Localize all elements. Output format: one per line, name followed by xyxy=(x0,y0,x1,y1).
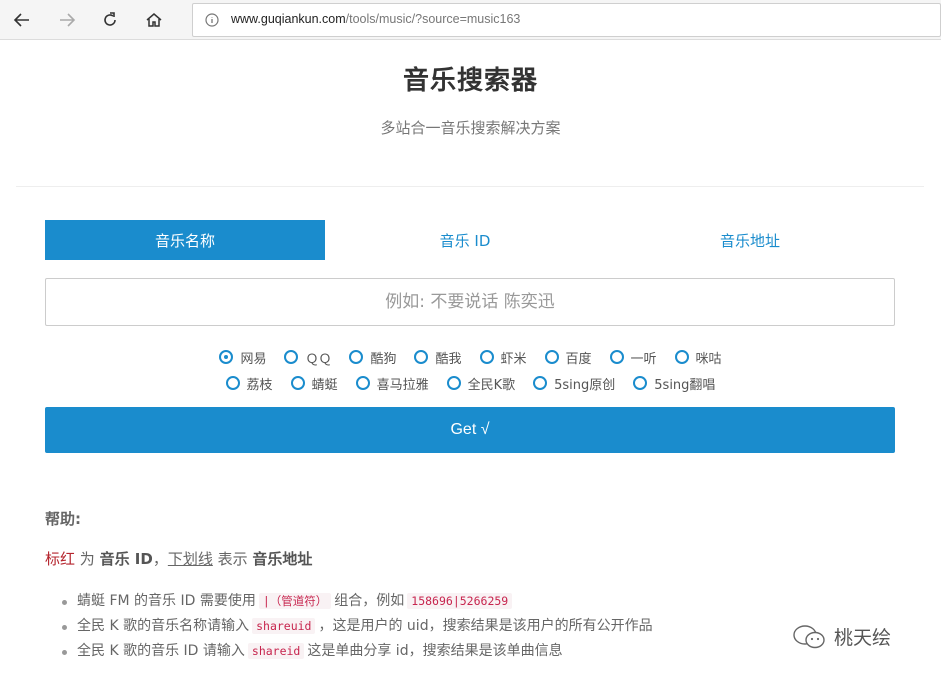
wechat-icon xyxy=(793,624,825,648)
code-snippet: 158696|5266259 xyxy=(407,593,513,609)
search-input[interactable] xyxy=(45,278,895,326)
radio-unchecked-icon[interactable] xyxy=(479,350,494,364)
source-radio-label: 咪咕 xyxy=(695,351,722,367)
source-radio[interactable]: 酷狗 xyxy=(349,347,396,367)
source-radio-label: 虾米 xyxy=(500,351,527,367)
home-button[interactable] xyxy=(139,6,169,34)
watermark-text: 桃天绘 xyxy=(834,627,892,649)
legend-text: ， xyxy=(152,550,168,568)
radio-unchecked-icon[interactable] xyxy=(414,350,429,364)
help-item: 蜻蜓 FM 的音乐 ID 需要使用 |（管道符） 组合，例如 158696|52662… xyxy=(60,590,653,615)
source-radio[interactable]: 全民K歌 xyxy=(446,373,516,393)
source-radio[interactable]: 蜻蜓 xyxy=(290,373,338,393)
forward-button[interactable] xyxy=(52,6,82,34)
source-radio[interactable]: 咪咕 xyxy=(674,347,722,367)
arrow-right-icon xyxy=(60,13,76,27)
url-host: www.guqiankun.com xyxy=(231,12,346,26)
source-radio-label: 网易 xyxy=(240,351,267,367)
address-bar[interactable]: www.guqiankun.com/tools/music/?source=mu… xyxy=(192,3,941,37)
code-snippet: |（管道符） xyxy=(258,593,332,609)
source-radio-label: 5sing原创 xyxy=(554,377,616,393)
source-radio[interactable]: 荔枝 xyxy=(225,373,273,393)
source-radio-label: 一听 xyxy=(630,351,657,367)
source-radio[interactable]: 一听 xyxy=(609,347,657,367)
url-path: /tools/music/?source=music163 xyxy=(345,12,521,26)
source-radio[interactable]: 百度 xyxy=(544,347,592,367)
source-radio[interactable]: 5sing翻唱 xyxy=(633,373,715,393)
source-radio-label: 蜻蜓 xyxy=(311,377,338,393)
search-mode-tabs: 音乐名称 音乐 ID 音乐地址 xyxy=(45,220,895,260)
source-radio[interactable]: ＱＱ xyxy=(284,347,331,367)
page-subtitle: 多站合一音乐搜索解决方案 xyxy=(380,119,561,137)
radio-unchecked-icon[interactable] xyxy=(349,350,364,364)
info-icon[interactable] xyxy=(205,13,219,27)
legend-music-id: 音乐 ID xyxy=(99,550,153,568)
source-radio-label: ＱＱ xyxy=(305,351,332,367)
help-text: 这是单曲分享 id，搜索结果是该单曲信息 xyxy=(307,643,563,659)
help-text: 蜻蜓 FM 的音乐 ID 需要使用 xyxy=(77,593,256,609)
radio-unchecked-icon[interactable] xyxy=(544,350,559,364)
radio-unchecked-icon[interactable] xyxy=(290,376,305,390)
source-radio-label: 荔枝 xyxy=(246,377,273,393)
watermark: 桃天绘 xyxy=(792,623,891,650)
source-radio-label: 百度 xyxy=(565,351,592,367)
radio-unchecked-icon[interactable] xyxy=(533,376,548,390)
radio-unchecked-icon[interactable] xyxy=(446,376,461,390)
legend-red-word: 标红 xyxy=(45,550,76,568)
source-radio[interactable]: 虾米 xyxy=(479,347,527,367)
tab-music-url[interactable]: 音乐地址 xyxy=(605,220,895,260)
get-button[interactable]: Get √ xyxy=(45,407,895,453)
help-list: 蜻蜓 FM 的音乐 ID 需要使用 |（管道符） 组合，例如 158696|52662… xyxy=(60,590,653,665)
help-legend: 标红 为 音乐 ID，下划线 表示 音乐地址 xyxy=(45,548,312,569)
source-radio[interactable]: 网易 xyxy=(219,347,266,367)
refresh-button[interactable] xyxy=(95,6,125,34)
source-radio-label: 全民K歌 xyxy=(467,377,516,393)
help-title: 帮助: xyxy=(45,510,81,528)
radio-checked-icon[interactable] xyxy=(219,350,234,364)
refresh-icon xyxy=(104,12,116,26)
code-snippet: shareid xyxy=(247,643,305,659)
divider xyxy=(16,186,924,187)
browser-toolbar: www.guqiankun.com/tools/music/?source=mu… xyxy=(0,0,941,40)
page-title: 音乐搜索器 xyxy=(402,66,538,96)
tab-music-id[interactable]: 音乐 ID xyxy=(325,220,605,260)
radio-unchecked-icon[interactable] xyxy=(633,376,648,390)
help-item: 全民 K 歌的音乐名称请输入 shareuid ，这是用户的 uid，搜索结果是该用… xyxy=(60,615,653,640)
source-radio[interactable]: 5sing原创 xyxy=(533,373,615,393)
source-radio[interactable]: 酷我 xyxy=(414,347,462,367)
source-radio-label: 5sing翻唱 xyxy=(654,377,716,393)
url-text: www.guqiankun.com/tools/music/?source=mu… xyxy=(231,12,520,26)
radio-unchecked-icon[interactable] xyxy=(225,376,240,390)
home-icon xyxy=(146,13,162,27)
radio-unchecked-icon[interactable] xyxy=(284,350,299,364)
help-text: 全民 K 歌的音乐 ID 请输入 xyxy=(77,643,245,659)
arrow-left-icon xyxy=(13,13,29,27)
radio-unchecked-icon[interactable] xyxy=(674,350,689,364)
help-text: 全民 K 歌的音乐名称请输入 xyxy=(77,618,250,634)
source-radio-group-2: 荔枝 蜻蜓 喜马拉雅 全民K歌 5sing原创 5sing翻唱 xyxy=(0,373,941,393)
radio-unchecked-icon[interactable] xyxy=(355,376,370,390)
help-item: 全民 K 歌的音乐 ID 请输入 shareid 这是单曲分享 id，搜索结果是该单… xyxy=(60,640,653,665)
legend-text: 为 xyxy=(75,550,100,568)
help-text: ，这是用户的 uid，搜索结果是该用户的所有公开作品 xyxy=(318,618,653,634)
source-radio-label: 喜马拉雅 xyxy=(376,377,429,393)
tab-music-name[interactable]: 音乐名称 xyxy=(45,220,325,260)
legend-text: 表示 xyxy=(212,550,253,568)
back-button[interactable] xyxy=(7,6,37,34)
source-radio[interactable]: 喜马拉雅 xyxy=(355,373,429,393)
source-radio-label: 酷我 xyxy=(435,351,462,367)
source-radio-group-1: 网易 ＱＱ 酷狗 酷我 虾米 百度 一听 咪咕 xyxy=(0,347,941,367)
source-radio-label: 酷狗 xyxy=(370,351,397,367)
code-snippet: shareuid xyxy=(252,618,316,634)
legend-underline-word: 下划线 xyxy=(167,550,213,568)
legend-music-url: 音乐地址 xyxy=(252,550,313,568)
help-text: 组合，例如 xyxy=(334,593,405,609)
radio-unchecked-icon[interactable] xyxy=(609,350,624,364)
